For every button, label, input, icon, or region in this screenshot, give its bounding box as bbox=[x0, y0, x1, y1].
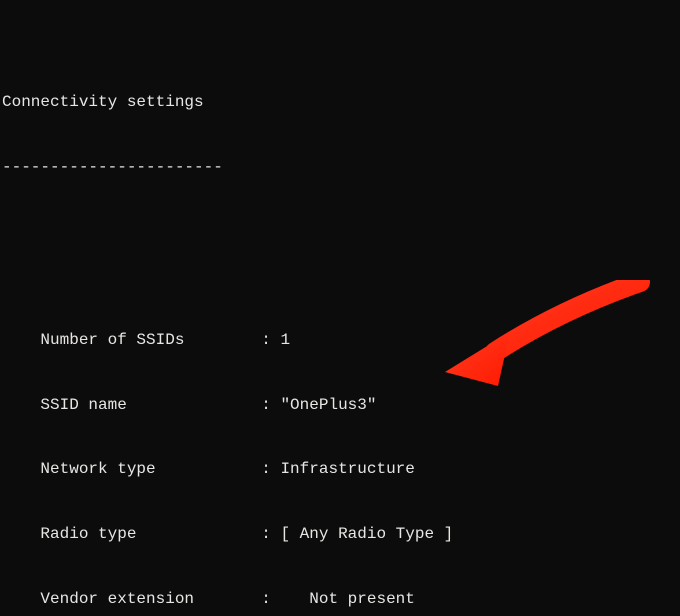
kv-value: [ Any Radio Type ] bbox=[280, 525, 453, 543]
kv-label: Vendor extension bbox=[2, 590, 252, 608]
kv-row: Vendor extension : Not present bbox=[2, 589, 678, 611]
kv-row: Radio type : [ Any Radio Type ] bbox=[2, 524, 678, 546]
kv-sep: : bbox=[252, 460, 281, 478]
kv-row: Network type : Infrastructure bbox=[2, 459, 678, 481]
kv-sep: : bbox=[252, 525, 281, 543]
kv-label: Number of SSIDs bbox=[2, 331, 252, 349]
kv-value: Not present bbox=[280, 590, 414, 608]
kv-sep: : bbox=[252, 396, 281, 414]
connectivity-block: Number of SSIDs : 1 SSID name : "OnePlus… bbox=[2, 287, 678, 616]
section-divider: ----------------------- bbox=[2, 157, 678, 179]
kv-row: SSID name : "OnePlus3" bbox=[2, 395, 678, 417]
kv-value: Infrastructure bbox=[280, 460, 414, 478]
kv-value: "OnePlus3" bbox=[280, 396, 376, 414]
kv-value: 1 bbox=[280, 331, 290, 349]
kv-row: Number of SSIDs : 1 bbox=[2, 330, 678, 352]
kv-label: Radio type bbox=[2, 525, 252, 543]
blank-line bbox=[2, 222, 678, 244]
kv-sep: : bbox=[252, 590, 281, 608]
terminal-output: Connectivity settings ------------------… bbox=[0, 0, 680, 616]
kv-label: SSID name bbox=[2, 396, 252, 414]
kv-label: Network type bbox=[2, 460, 252, 478]
kv-sep: : bbox=[252, 331, 281, 349]
section-title-connectivity: Connectivity settings bbox=[2, 92, 678, 114]
